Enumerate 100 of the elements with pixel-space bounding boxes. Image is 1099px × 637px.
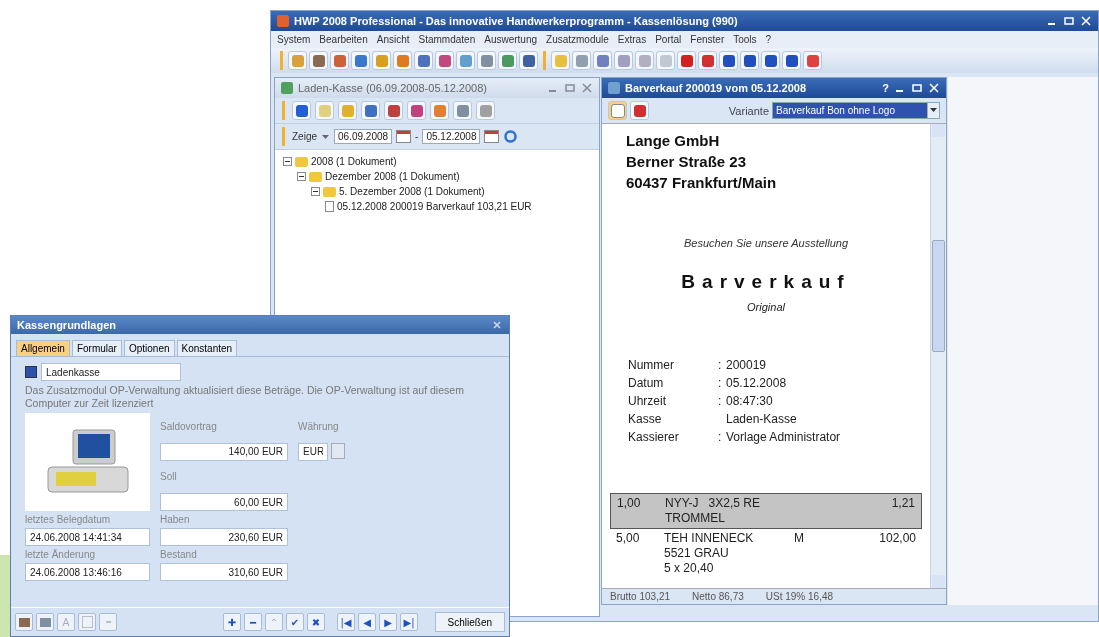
field-label: letztes Belegdatum (25, 514, 112, 525)
field-label: Währung (298, 420, 340, 432)
field-label: Saldovortrag (160, 420, 218, 432)
status-text: Netto 86,73 (692, 591, 744, 602)
currency-field[interactable]: EUR (298, 442, 328, 461)
scrollbar[interactable] (930, 124, 946, 588)
dropdown-arrow-icon[interactable] (930, 108, 937, 113)
dialog-title: Kassengrundlagen (17, 319, 117, 331)
help-button[interactable]: ? (882, 82, 889, 94)
menu-item[interactable]: Stammdaten (418, 34, 476, 45)
toolbar-button[interactable] (351, 51, 370, 70)
menu-item[interactable]: Fenster (690, 34, 725, 45)
date-field[interactable]: 24.06.2008 14:41:34 (25, 528, 150, 546)
toolbar-button[interactable] (309, 51, 328, 70)
toolbar-button[interactable] (407, 101, 426, 120)
toolbar-button[interactable] (677, 51, 696, 70)
menu-item[interactable]: Extras (617, 34, 647, 45)
toolbar-button[interactable] (15, 613, 33, 631)
field-separator: : (718, 376, 722, 390)
toolbar-button[interactable] (593, 51, 612, 70)
name-field[interactable]: Ladenkasse (41, 363, 181, 381)
debit-field[interactable]: 60,00 EUR (160, 493, 288, 511)
toolbar-button[interactable] (477, 51, 496, 70)
field-value: 05.12.2008 (726, 375, 788, 391)
nav-button[interactable]: ▶ (379, 613, 397, 631)
field-label: Uhrzeit (628, 393, 667, 409)
field-value: Vorlage Administrator (726, 429, 842, 445)
close-button[interactable]: Schließen (434, 612, 505, 632)
toolbar-button[interactable] (384, 101, 403, 120)
toolbar-button[interactable] (761, 51, 780, 70)
collapse-icon[interactable] (297, 172, 306, 181)
toolbar-button[interactable] (292, 101, 311, 120)
company-address-line: Berner Straße 23 (625, 152, 748, 172)
field-separator: : (718, 430, 722, 444)
nav-button[interactable]: ▶| (400, 613, 418, 631)
tree-item[interactable]: 05.12.2008 200019 Barverkauf 103,21 EUR (337, 201, 532, 212)
toolbar-button[interactable] (414, 51, 433, 70)
tab[interactable]: Optionen (123, 340, 175, 356)
toolbar-button[interactable] (782, 51, 801, 70)
toolbar-button[interactable] (361, 101, 380, 120)
toolbar-button[interactable] (498, 51, 517, 70)
field-label: Nummer (628, 357, 675, 373)
tree-item[interactable]: Dezember 2008 (1 Dokument) (325, 171, 460, 182)
date-field[interactable]: 24.06.2008 13:46:16 (25, 563, 150, 581)
collapse-icon[interactable] (283, 157, 292, 166)
folder-icon (309, 171, 322, 182)
maximize-icon[interactable] (911, 82, 923, 94)
receipt-line[interactable]: 5,00 TEH INNENECK 5521 GRAU 5 x 20,40 M 102,00 (610, 529, 922, 578)
menu-item[interactable]: System (277, 34, 311, 45)
stock-field[interactable]: 310,60 EUR (160, 563, 288, 581)
window-title: Laden-Kasse (06.09.2008-05.12.2008) (298, 82, 487, 94)
receipt-slogan: Besuchen Sie unsere Ausstellung (682, 237, 850, 249)
toolbar-button[interactable] (698, 51, 717, 70)
credit-field[interactable]: 230,60 EUR (160, 528, 288, 546)
nav-button[interactable]: ◀ (358, 613, 376, 631)
toolbar-button[interactable] (519, 51, 538, 70)
calendar-icon[interactable] (484, 130, 500, 143)
tree-item[interactable]: 2008 (1 Dokument) (311, 156, 397, 167)
document-icon (325, 201, 334, 212)
nav-button[interactable]: |◀ (337, 613, 355, 631)
toolbar-button[interactable] (435, 51, 454, 70)
field-value: 08:47:30 (726, 393, 774, 409)
close-icon[interactable] (491, 319, 503, 331)
menu-item[interactable]: Portal (655, 34, 682, 45)
toolbar-button[interactable] (393, 51, 412, 70)
tab[interactable]: Konstanten (176, 340, 238, 356)
tab[interactable]: Formular (71, 340, 122, 356)
range-separator: - (415, 131, 419, 142)
folder-icon (295, 156, 308, 167)
toolbar-button[interactable] (330, 51, 349, 70)
tab[interactable]: Allgemein (16, 340, 70, 356)
menu-item[interactable]: Tools (733, 34, 757, 45)
refresh-icon[interactable] (503, 129, 519, 144)
field-label: Kasse (628, 411, 663, 427)
date-field[interactable]: 05.12.2008 (422, 129, 481, 144)
maximize-icon[interactable] (1063, 15, 1075, 27)
field-label: Kassierer (628, 429, 680, 445)
nav-button[interactable]: ✚ (223, 613, 241, 631)
menu-item[interactable]: Bearbeiten (319, 34, 368, 45)
toolbar-button[interactable] (608, 101, 627, 120)
balance-field[interactable]: 140,00 EUR (160, 442, 288, 461)
toolbar-button[interactable] (803, 51, 822, 70)
menu-item[interactable]: Zusatzmodule (546, 34, 609, 45)
menu-item[interactable]: ? (765, 34, 772, 45)
toolbar-button[interactable] (740, 51, 759, 70)
collapse-icon[interactable] (311, 187, 320, 196)
field-separator: : (718, 358, 722, 372)
menu-item[interactable]: Ansicht (376, 34, 410, 45)
variant-dropdown[interactable]: Barverkauf Bon ohne Logo (772, 102, 940, 119)
nav-button[interactable]: ━ (244, 613, 262, 631)
toolbar-button[interactable] (719, 51, 738, 70)
date-field[interactable]: 06.09.2008 (334, 129, 393, 144)
field-label: Bestand (160, 549, 198, 560)
nav-button[interactable]: ✔ (286, 613, 304, 631)
calendar-icon[interactable] (396, 130, 412, 143)
toolbar-button[interactable] (630, 101, 649, 120)
toolbar-button[interactable] (453, 101, 472, 120)
tree-item[interactable]: 5. Dezember 2008 (1 Dokument) (339, 186, 485, 197)
nav-button[interactable]: ✖ (307, 613, 325, 631)
menu-item[interactable]: Auswertung (484, 34, 538, 45)
